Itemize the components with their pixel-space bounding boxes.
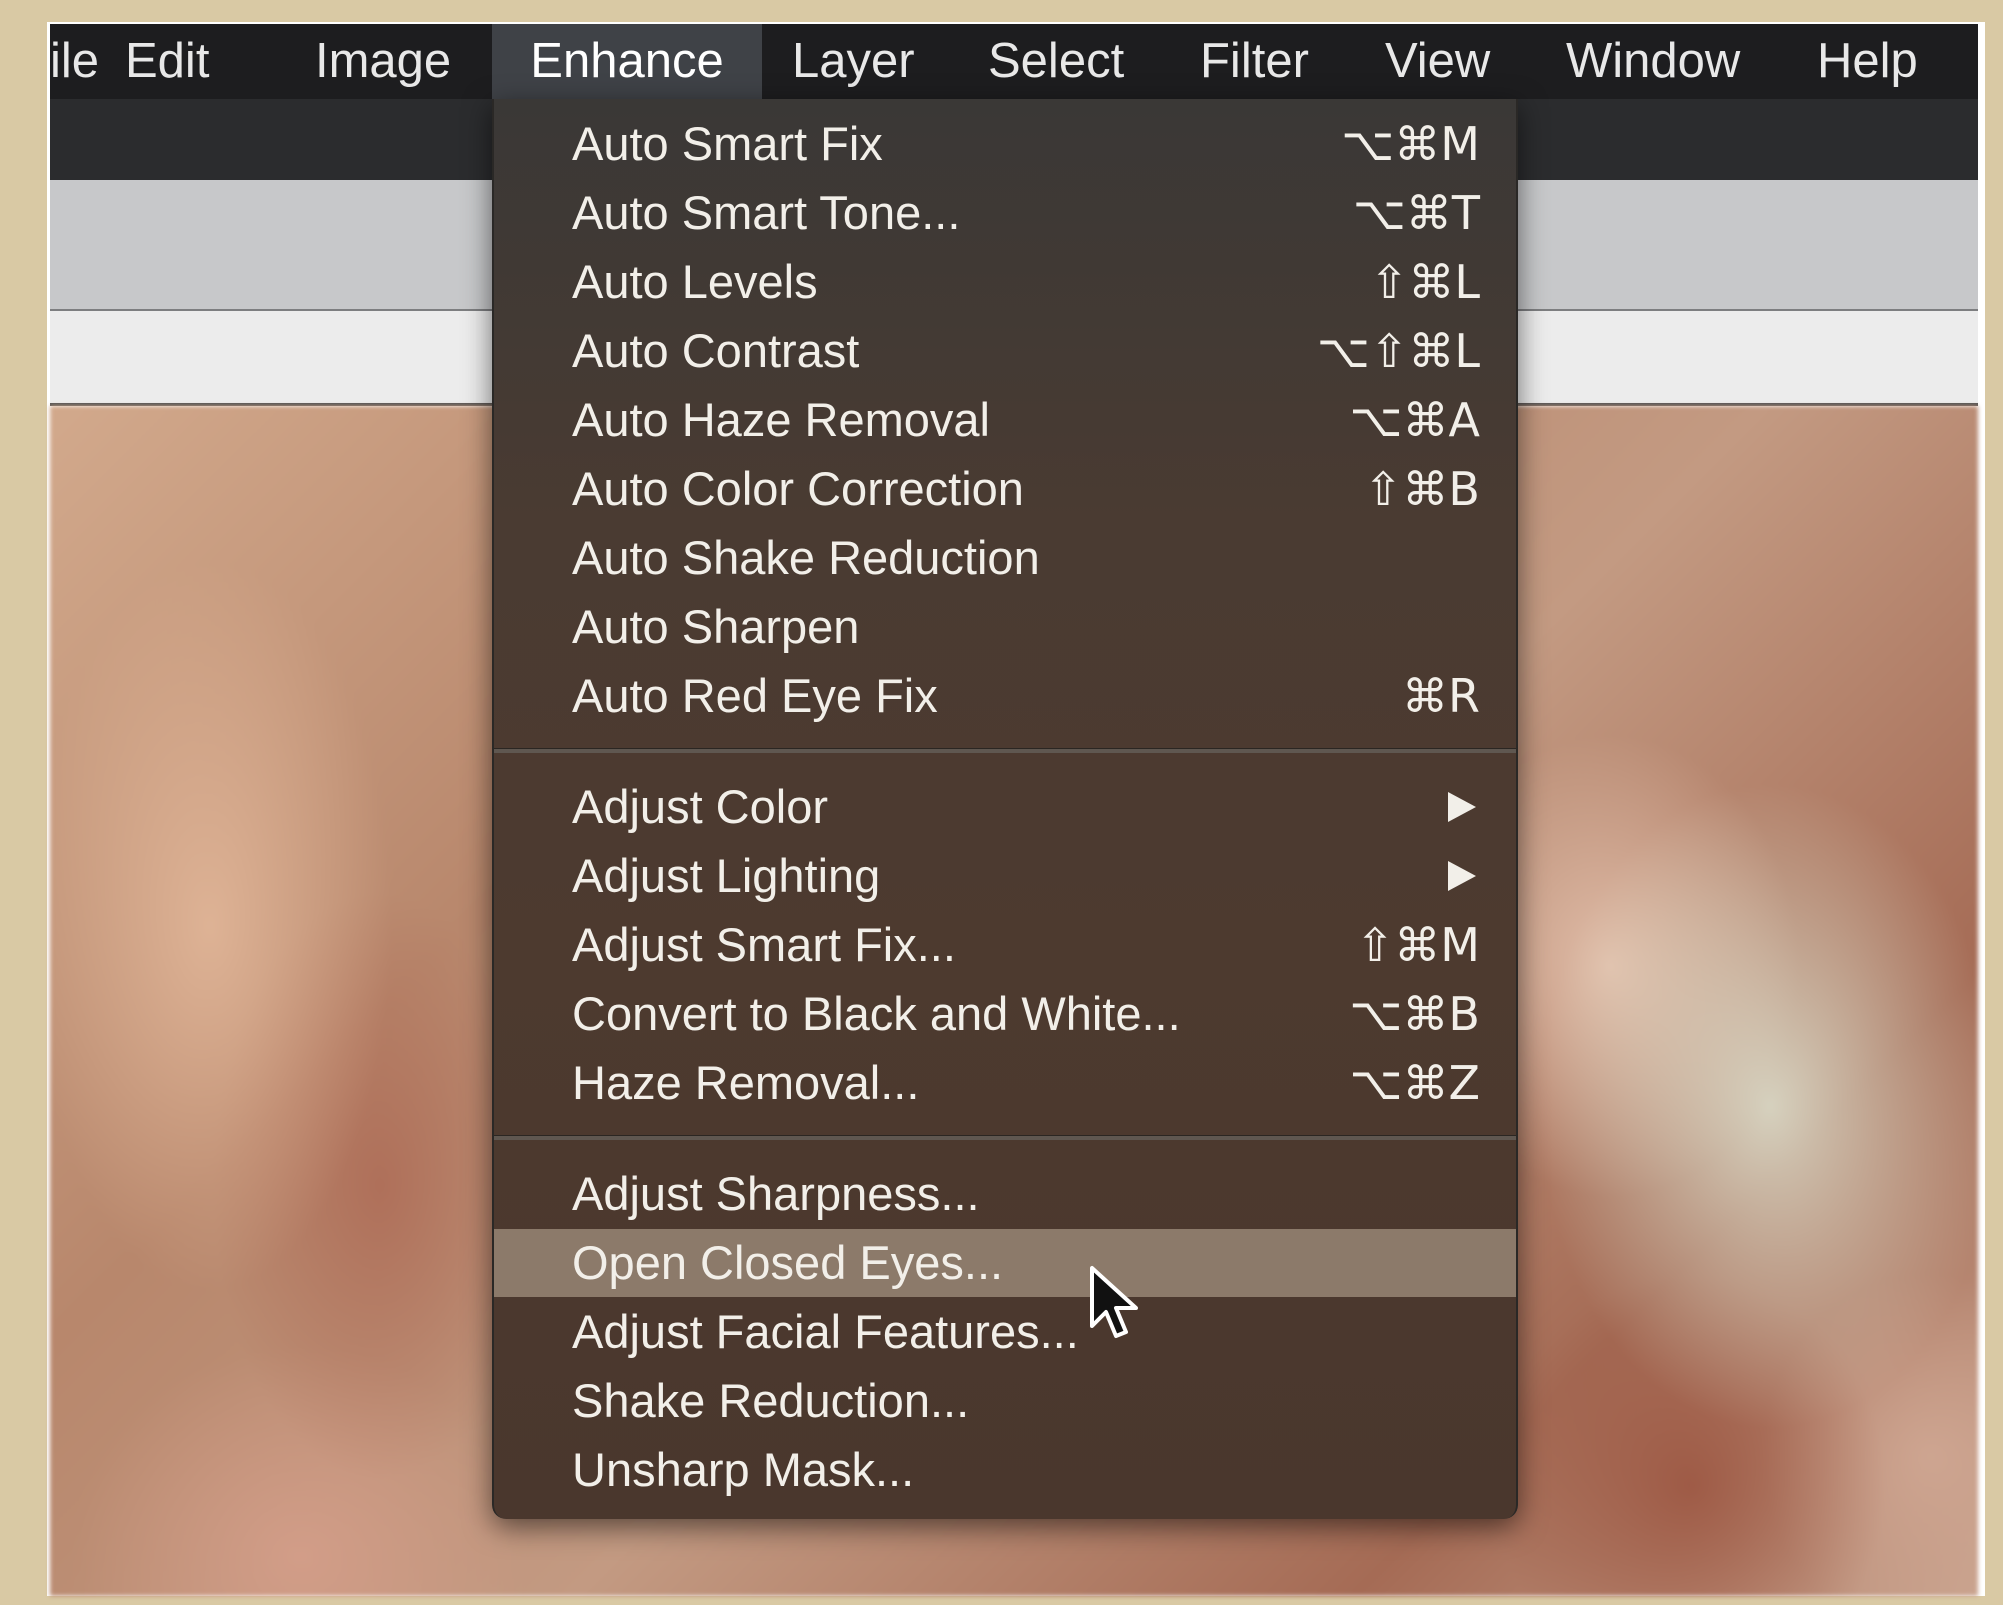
menu-window[interactable]: Window bbox=[1566, 24, 1766, 99]
menu-item-label: Auto Haze Removal bbox=[572, 393, 990, 446]
shortcut-label: ⇧⌘B bbox=[1363, 462, 1480, 516]
menu-image[interactable]: Image bbox=[315, 24, 485, 99]
menu-item-label: Adjust Sharpness... bbox=[572, 1167, 980, 1220]
menu-item-adjust-color[interactable]: Adjust Color bbox=[494, 773, 1516, 841]
menu-select[interactable]: Select bbox=[988, 24, 1148, 99]
menu-item-auto-sharpen[interactable]: Auto Sharpen bbox=[494, 593, 1516, 661]
menu-separator bbox=[494, 748, 1516, 753]
menu-item-haze-removal[interactable]: Haze Removal... ⌥⌘Z bbox=[494, 1049, 1516, 1117]
shortcut-label: ⇧⌘L bbox=[1369, 255, 1480, 309]
menu-item-label: Convert to Black and White... bbox=[572, 987, 1181, 1040]
submenu-arrow-icon bbox=[1448, 861, 1476, 891]
menu-item-label: Auto Shake Reduction bbox=[572, 531, 1040, 584]
menu-item-convert-to-black-and-white[interactable]: Convert to Black and White... ⌥⌘B bbox=[494, 980, 1516, 1048]
shortcut-label: ⇧⌘M bbox=[1355, 918, 1480, 972]
menu-view[interactable]: View bbox=[1385, 24, 1505, 99]
menu-item-auto-haze-removal[interactable]: Auto Haze Removal ⌥⌘A bbox=[494, 386, 1516, 454]
menu-item-label: Shake Reduction... bbox=[572, 1374, 970, 1427]
menu-item-label: Adjust Lighting bbox=[572, 849, 881, 902]
menu-item-auto-red-eye-fix[interactable]: Auto Red Eye Fix ⌘R bbox=[494, 662, 1516, 730]
shortcut-label: ⌥⇧⌘L bbox=[1316, 324, 1480, 378]
menu-item-label: Auto Color Correction bbox=[572, 462, 1024, 515]
menu-item-auto-smart-fix[interactable]: Auto Smart Fix ⌥⌘M bbox=[494, 110, 1516, 178]
shortcut-label: ⌘R bbox=[1402, 669, 1480, 723]
menu-item-label: Haze Removal... bbox=[572, 1056, 920, 1109]
menu-item-label: Adjust Facial Features... bbox=[572, 1305, 1079, 1358]
menu-item-auto-smart-tone[interactable]: Auto Smart Tone... ⌥⌘T bbox=[494, 179, 1516, 247]
menu-bar: ile Edit Image Enhance Layer Select Filt… bbox=[50, 24, 1978, 99]
menu-item-adjust-sharpness[interactable]: Adjust Sharpness... bbox=[494, 1160, 1516, 1228]
menu-enhance[interactable]: Enhance bbox=[492, 24, 762, 99]
menu-item-auto-shake-reduction[interactable]: Auto Shake Reduction bbox=[494, 524, 1516, 592]
menu-file[interactable]: ile bbox=[50, 24, 120, 99]
menu-layer[interactable]: Layer bbox=[792, 24, 932, 99]
menu-item-adjust-smart-fix[interactable]: Adjust Smart Fix... ⇧⌘M bbox=[494, 911, 1516, 979]
menu-item-unsharp-mask[interactable]: Unsharp Mask... bbox=[494, 1436, 1516, 1504]
menu-item-label: Auto Sharpen bbox=[572, 600, 860, 653]
menu-item-label: Auto Smart Tone... bbox=[572, 186, 961, 239]
menu-item-label: Auto Red Eye Fix bbox=[572, 669, 938, 722]
menu-item-auto-contrast[interactable]: Auto Contrast ⌥⇧⌘L bbox=[494, 317, 1516, 385]
menu-item-label: Auto Smart Fix bbox=[572, 117, 883, 170]
shortcut-label: ⌥⌘T bbox=[1352, 186, 1480, 240]
menu-item-auto-levels[interactable]: Auto Levels ⇧⌘L bbox=[494, 248, 1516, 316]
menu-item-label: Unsharp Mask... bbox=[572, 1443, 915, 1496]
menu-item-shake-reduction[interactable]: Shake Reduction... bbox=[494, 1367, 1516, 1435]
menu-item-label: Auto Contrast bbox=[572, 324, 860, 377]
menu-separator bbox=[494, 1135, 1516, 1140]
mouse-pointer-icon bbox=[1090, 1266, 1138, 1338]
menu-item-label: Adjust Smart Fix... bbox=[572, 918, 956, 971]
menu-item-open-closed-eyes[interactable]: Open Closed Eyes... bbox=[494, 1229, 1516, 1297]
shortcut-label: ⌥⌘Z bbox=[1349, 1056, 1480, 1110]
menu-item-auto-color-correction[interactable]: Auto Color Correction ⇧⌘B bbox=[494, 455, 1516, 523]
shortcut-label: ⌥⌘B bbox=[1349, 987, 1480, 1041]
menu-filter[interactable]: Filter bbox=[1200, 24, 1330, 99]
menu-item-adjust-facial-features[interactable]: Adjust Facial Features... bbox=[494, 1298, 1516, 1366]
shortcut-label: ⌥⌘M bbox=[1341, 117, 1480, 171]
shortcut-label: ⌥⌘A bbox=[1349, 393, 1480, 447]
enhance-dropdown-menu: Auto Smart Fix ⌥⌘M Auto Smart Tone... ⌥⌘… bbox=[492, 99, 1518, 1519]
menu-help[interactable]: Help bbox=[1817, 24, 1937, 99]
menu-item-label: Adjust Color bbox=[572, 780, 828, 833]
submenu-arrow-icon bbox=[1448, 792, 1476, 822]
menu-item-adjust-lighting[interactable]: Adjust Lighting bbox=[494, 842, 1516, 910]
menu-item-label: Auto Levels bbox=[572, 255, 818, 308]
menu-item-label: Open Closed Eyes... bbox=[572, 1236, 1004, 1289]
menu-edit[interactable]: Edit bbox=[125, 24, 235, 99]
